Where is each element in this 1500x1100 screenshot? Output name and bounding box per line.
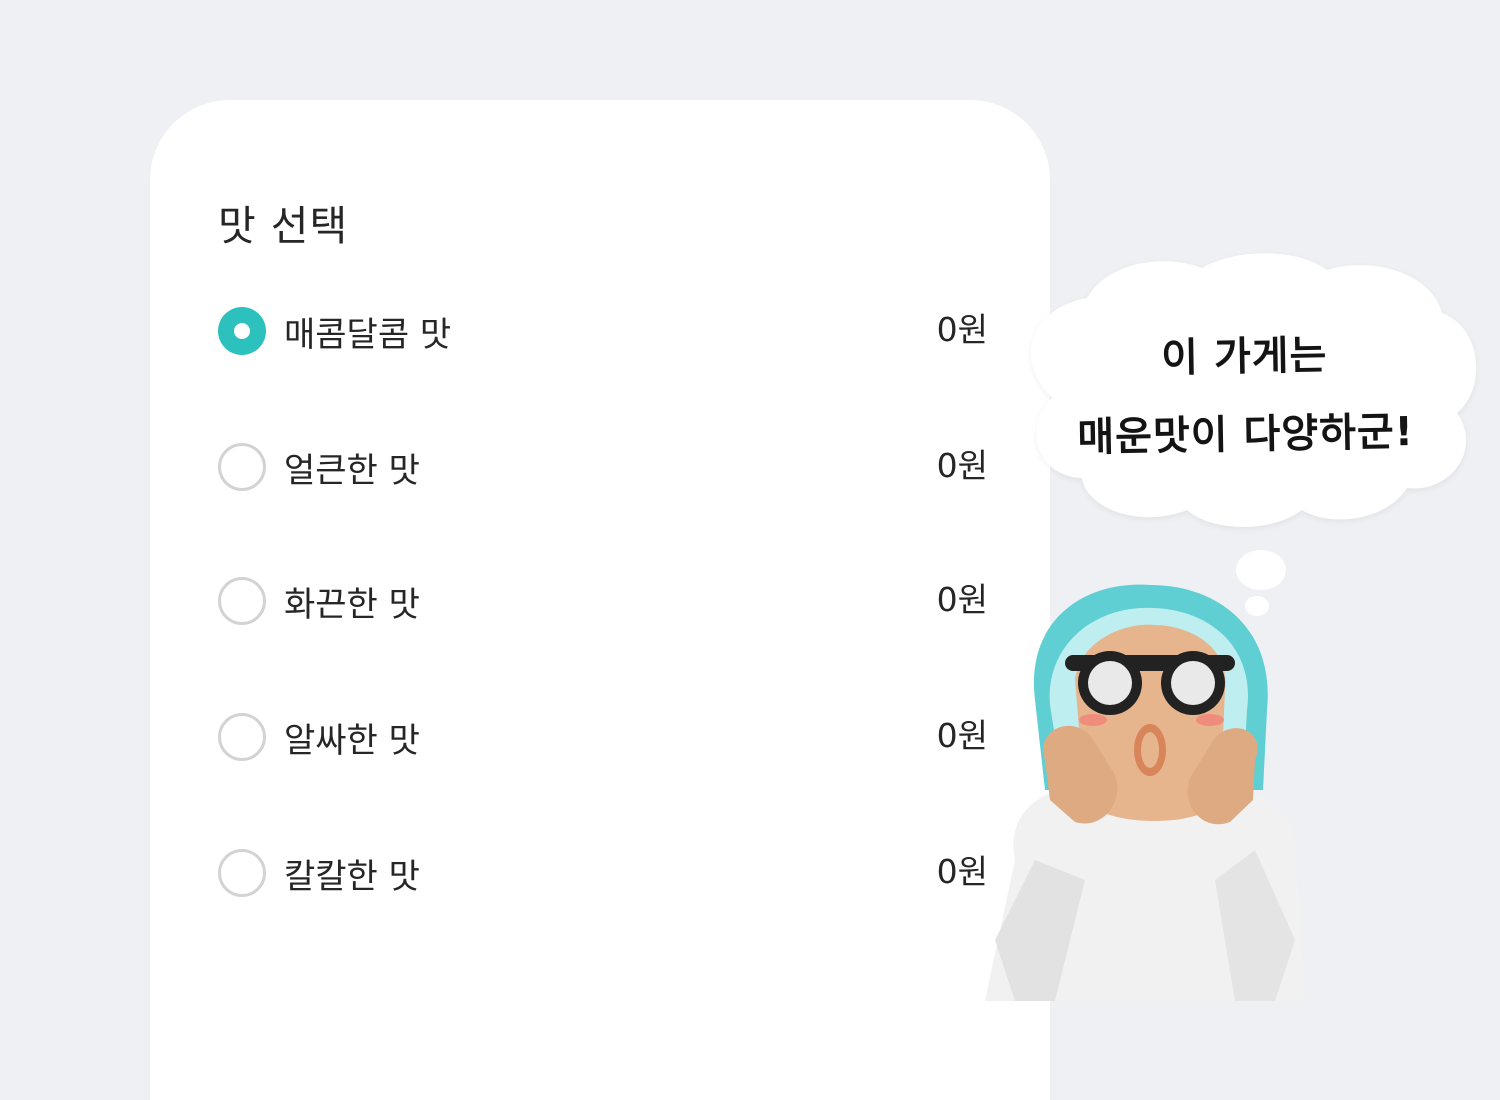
option-label: 화끈한 맛 (284, 584, 420, 625)
page-title: 맛 선택 (218, 202, 349, 250)
option-label: 칼칼한 맛 (284, 856, 420, 897)
option-price: 0원 (936, 310, 988, 349)
option-sharp[interactable]: 칼칼한 맛 0원 (218, 845, 988, 901)
bubble-line-1: 이 가게는 (1160, 332, 1328, 382)
mascot-figure-icon (985, 584, 1305, 1001)
option-label: 매콤달콤 맛 (284, 314, 452, 355)
radio-selected-icon[interactable] (218, 307, 266, 355)
radio-icon[interactable] (218, 443, 266, 491)
bubble-text: 이 가게는 매운맛이 다양하군! (1019, 314, 1472, 478)
bubble-line-2: 매운맛이 다양하군! (1077, 409, 1415, 461)
radio-icon[interactable] (218, 713, 266, 761)
option-fiery[interactable]: 화끈한 맛 0원 (218, 573, 988, 629)
option-card: 맛 선택 매콤달콤 맛 0원 얼큰한 맛 0원 화끈한 맛 0원 알싸한 맛 0… (150, 100, 1050, 1100)
option-hearty-spicy[interactable]: 얼큰한 맛 0원 (218, 439, 988, 495)
radio-icon[interactable] (218, 577, 266, 625)
radio-icon[interactable] (218, 849, 266, 897)
option-price: 0원 (936, 446, 988, 485)
option-pungent[interactable]: 알싸한 맛 0원 (218, 709, 988, 765)
option-label: 얼큰한 맛 (284, 450, 420, 491)
option-sweet-spicy[interactable]: 매콤달콤 맛 0원 (218, 303, 988, 359)
option-label: 알싸한 맛 (284, 720, 420, 761)
